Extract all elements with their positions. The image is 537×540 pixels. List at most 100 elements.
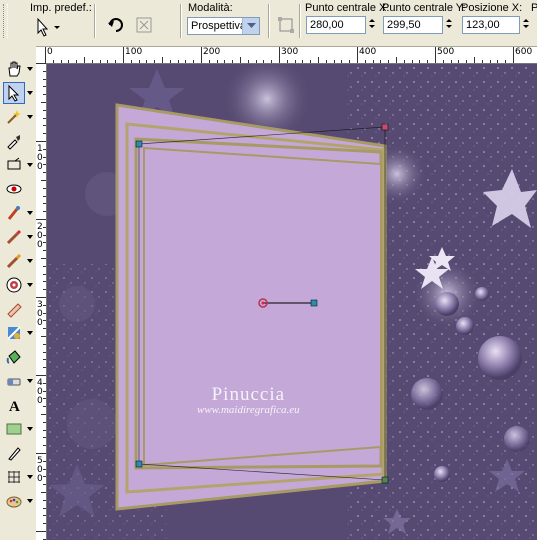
toolbar-grip[interactable] xyxy=(3,4,8,38)
chevron-down-icon[interactable] xyxy=(27,211,33,215)
orb xyxy=(475,287,489,301)
ruler-tick xyxy=(43,211,46,213)
preset-dropdown-button[interactable] xyxy=(32,15,64,39)
ruler-tick xyxy=(201,47,202,63)
ruler-tick xyxy=(325,60,327,63)
center-x-spinner[interactable] xyxy=(368,16,376,34)
rectangle-tool-button[interactable] xyxy=(3,418,25,440)
chevron-down-icon[interactable] xyxy=(27,283,33,287)
separator xyxy=(268,4,270,38)
watermark: Pinuccia www.maidiregrafica.eu xyxy=(197,384,300,416)
corner-handle-top-left[interactable] xyxy=(135,140,143,148)
ruler-tick xyxy=(84,57,85,63)
art-media-icon xyxy=(6,496,22,508)
ruler-label: 0 xyxy=(37,318,43,328)
red-eye-button[interactable] xyxy=(3,178,25,200)
position-x-input[interactable]: 123,00 xyxy=(462,16,520,34)
apply-button[interactable] xyxy=(132,14,156,36)
center-x-input[interactable]: 280,00 xyxy=(306,16,366,34)
ruler-tick xyxy=(419,60,421,63)
clone-brush-button[interactable] xyxy=(3,202,25,224)
pick-box-icon xyxy=(278,17,294,33)
magic-wand-button[interactable] xyxy=(3,106,25,128)
mode-select[interactable]: Prospettiva xyxy=(187,17,260,35)
pick-tool-button[interactable] xyxy=(3,82,25,104)
chevron-down-icon[interactable] xyxy=(27,379,33,383)
ruler-tick xyxy=(43,476,46,478)
ruler-tick xyxy=(60,60,62,63)
ruler-tick xyxy=(474,57,475,63)
mesh-button[interactable] xyxy=(274,14,298,36)
ruler-tick xyxy=(43,234,46,236)
ruler-tick xyxy=(43,507,46,509)
flood-fill-icon xyxy=(6,350,21,364)
ruler-tick xyxy=(36,219,46,220)
ruler-tick xyxy=(43,367,46,369)
ruler-tick xyxy=(43,133,46,135)
ruler-tick xyxy=(43,125,46,127)
center-y-input[interactable]: 299,50 xyxy=(383,16,443,34)
mode-label: Modalità: xyxy=(188,2,233,14)
corner-handle-bottom-right[interactable] xyxy=(381,476,389,484)
chevron-down-icon[interactable] xyxy=(27,163,33,167)
chevron-down-icon[interactable] xyxy=(27,115,33,119)
art-media-button[interactable] xyxy=(3,490,25,512)
pen-tool-button[interactable] xyxy=(3,442,25,464)
chevron-down-icon[interactable] xyxy=(27,427,33,431)
dropper-button[interactable] xyxy=(3,130,25,152)
reset-rectangle-button[interactable] xyxy=(104,14,128,36)
ruler-tick xyxy=(427,60,429,63)
center-y-spinner[interactable] xyxy=(445,16,453,34)
flood-fill-button[interactable] xyxy=(3,346,25,368)
corner-handle-bottom-left[interactable] xyxy=(135,460,143,468)
ruler-tick xyxy=(41,258,46,259)
ruler-tick xyxy=(43,164,46,166)
lighten-brush-button[interactable] xyxy=(3,250,25,272)
crop-tool-button[interactable] xyxy=(3,154,25,176)
chevron-down-icon[interactable] xyxy=(27,91,33,95)
ruler-label: 500 xyxy=(437,47,455,57)
perspective-frame[interactable] xyxy=(115,103,387,511)
mesh-warp-button[interactable] xyxy=(3,466,25,488)
reset-icon xyxy=(108,18,123,32)
mesh-warp-icon xyxy=(8,471,20,483)
ruler-tick xyxy=(43,265,46,267)
ruler-tick xyxy=(341,60,343,63)
position-x-spinner[interactable] xyxy=(522,16,530,34)
corner-handle-top-right[interactable] xyxy=(381,123,389,131)
image-canvas[interactable]: Pinuccia www.maidiregrafica.eu xyxy=(47,64,537,540)
ruler-tick xyxy=(466,60,468,63)
ruler-tick xyxy=(513,47,514,63)
ruler-tick xyxy=(43,94,46,96)
chevron-down-icon[interactable] xyxy=(27,499,33,503)
canvas-artwork xyxy=(47,64,537,540)
pan-tool-button[interactable] xyxy=(3,58,25,80)
ruler-tick xyxy=(247,60,249,63)
vertical-ruler: 100200300400500 xyxy=(36,63,47,540)
ruler-tick xyxy=(41,336,46,337)
horizontal-ruler: 0 100 200 300 400 500 600 xyxy=(36,47,537,64)
picture-tube-button[interactable] xyxy=(3,322,25,344)
ruler-tick xyxy=(43,406,46,408)
chevron-down-icon[interactable] xyxy=(27,235,33,239)
chevron-down-icon[interactable] xyxy=(27,67,33,71)
eraser-brush-button[interactable] xyxy=(3,298,25,320)
chevron-down-icon[interactable] xyxy=(27,259,33,263)
ruler-tick xyxy=(138,60,140,63)
bokeh xyxy=(67,399,117,449)
ruler-tick xyxy=(41,102,46,103)
target-tool-button[interactable] xyxy=(3,274,25,296)
ruler-label: 600 xyxy=(515,47,533,57)
rotation-handle[interactable] xyxy=(310,299,318,307)
ruler-tick xyxy=(43,421,46,423)
ruler-tick xyxy=(177,60,179,63)
ruler-tick xyxy=(76,60,78,63)
text-tool-button[interactable]: A xyxy=(3,394,25,416)
ruler-tick xyxy=(36,141,46,142)
chevron-down-icon xyxy=(242,18,259,34)
background-eraser-icon xyxy=(7,378,21,386)
background-eraser-button[interactable] xyxy=(3,370,25,392)
chevron-down-icon[interactable] xyxy=(27,331,33,335)
paint-brush-button[interactable] xyxy=(3,226,25,248)
chevron-down-icon[interactable] xyxy=(27,475,33,479)
